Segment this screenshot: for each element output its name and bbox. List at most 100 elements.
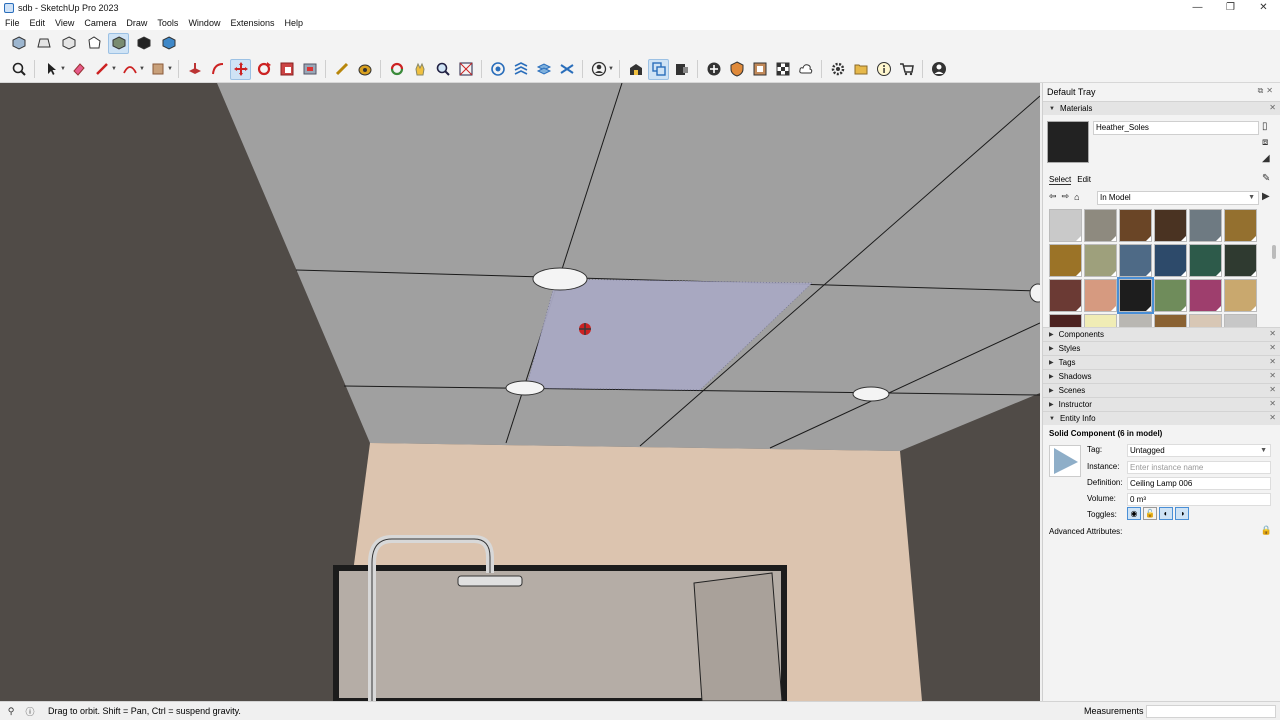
settings-gear-icon[interactable] <box>827 59 848 80</box>
material-name-field[interactable]: Heather_Soles <box>1093 121 1259 135</box>
styles-panel-header[interactable]: ▶ Styles ✕ <box>1043 341 1280 355</box>
material-swatch[interactable] <box>1224 209 1257 242</box>
menu-camera[interactable]: Camera <box>79 18 121 28</box>
close-icon[interactable]: ✕ <box>1269 413 1276 422</box>
material-swatch[interactable] <box>1049 209 1082 242</box>
sandbox-icon[interactable] <box>487 59 508 80</box>
back-arrow-icon[interactable]: ⇦ <box>1049 191 1057 202</box>
lock-icon[interactable]: 🔓 <box>1143 507 1157 520</box>
add-location-icon[interactable] <box>703 59 724 80</box>
swatch-scrollbar[interactable] <box>1272 245 1276 259</box>
close-icon[interactable]: ✕ <box>1269 103 1276 112</box>
maximize-button[interactable]: ❐ <box>1214 0 1247 15</box>
ceiling-lamp[interactable] <box>505 380 545 396</box>
ceiling-lamp[interactable] <box>852 386 890 402</box>
top-view-icon[interactable] <box>33 33 54 54</box>
close-icon[interactable]: ✕ <box>1269 385 1276 394</box>
right-view-icon[interactable] <box>83 33 104 54</box>
front-view-icon[interactable] <box>58 33 79 54</box>
cube-icon[interactable]: ⧈ <box>1262 137 1274 149</box>
texture-grid-icon[interactable] <box>772 59 793 80</box>
orbit-icon[interactable] <box>386 59 407 80</box>
tab-select[interactable]: Select <box>1049 175 1072 185</box>
account-icon[interactable] <box>588 59 609 80</box>
bottom-view-icon[interactable] <box>158 33 179 54</box>
chevron-down-icon[interactable]: ▼ <box>60 66 66 72</box>
model-viewport[interactable] <box>0 83 1040 701</box>
material-swatch[interactable] <box>1084 209 1117 242</box>
chevron-down-icon[interactable]: ▼ <box>139 66 145 72</box>
materials-panel-header[interactable]: ▼ Materials ✕ <box>1043 101 1280 115</box>
push-pull-icon[interactable] <box>184 59 205 80</box>
scale-icon[interactable] <box>276 59 297 80</box>
follow-me-icon[interactable] <box>207 59 228 80</box>
menu-view[interactable]: View <box>50 18 79 28</box>
arrow-icon[interactable]: ◢ <box>1262 153 1274 165</box>
pencil-line-icon[interactable] <box>91 59 112 80</box>
zoom-extents-icon[interactable] <box>455 59 476 80</box>
material-swatch[interactable] <box>1154 279 1187 312</box>
component-icon[interactable] <box>648 58 669 80</box>
entity-info-panel-header[interactable]: ▼ Entity Info ✕ <box>1043 411 1280 425</box>
cart-icon[interactable] <box>896 59 917 80</box>
back-view-icon[interactable] <box>108 32 129 54</box>
hidden-eye-icon[interactable]: ◉ <box>1127 507 1141 520</box>
material-swatch[interactable] <box>1154 244 1187 277</box>
menu-tools[interactable]: Tools <box>152 18 183 28</box>
select-arrow-icon[interactable] <box>40 59 61 80</box>
arc-icon[interactable] <box>119 59 140 80</box>
menu-help[interactable]: Help <box>279 18 308 28</box>
create-material-icon[interactable]: ▯ <box>1262 121 1274 133</box>
left-view-icon[interactable] <box>133 33 154 54</box>
forward-arrow-icon[interactable]: ⇨ <box>1062 191 1070 202</box>
material-swatch[interactable] <box>1084 279 1117 312</box>
measurements-input[interactable] <box>1146 705 1276 718</box>
offset-icon[interactable] <box>299 59 320 80</box>
extension-manager-icon[interactable] <box>749 59 770 80</box>
material-swatch[interactable] <box>1224 244 1257 277</box>
shadows-panel-header[interactable]: ▶ Shadows ✕ <box>1043 369 1280 383</box>
ceiling-lamp[interactable] <box>532 267 588 291</box>
material-preview[interactable] <box>1047 121 1089 163</box>
library-select[interactable]: In Model ▼ <box>1097 191 1259 205</box>
info-icon[interactable] <box>873 59 894 80</box>
material-swatch[interactable] <box>1189 279 1222 312</box>
chevron-down-icon[interactable]: ▼ <box>111 66 117 72</box>
material-swatch[interactable] <box>1084 244 1117 277</box>
material-swatch[interactable] <box>1119 244 1152 277</box>
tape-measure-icon[interactable] <box>331 59 352 80</box>
tags-panel-header[interactable]: ▶ Tags ✕ <box>1043 355 1280 369</box>
chevron-down-icon[interactable]: ▼ <box>608 66 614 72</box>
export-icon[interactable] <box>671 59 692 80</box>
chevron-down-icon[interactable]: ▼ <box>167 66 173 72</box>
geo-location-icon[interactable]: ⚲ <box>3 706 19 717</box>
material-swatch[interactable] <box>1224 279 1257 312</box>
minimize-button[interactable]: — <box>1181 0 1214 15</box>
close-icon[interactable]: ✕ <box>1269 371 1276 380</box>
layers-icon[interactable] <box>533 59 554 80</box>
eraser-icon[interactable] <box>68 59 89 80</box>
shield-icon[interactable] <box>726 59 747 80</box>
close-icon[interactable]: ✕ <box>1269 329 1276 338</box>
details-arrow-icon[interactable]: ▶ <box>1262 191 1274 203</box>
lock-icon[interactable]: 🔒 <box>1261 525 1272 536</box>
pan-hand-icon[interactable] <box>409 59 430 80</box>
menu-edit[interactable]: Edit <box>25 18 51 28</box>
tab-edit[interactable]: Edit <box>1077 175 1091 185</box>
search-icon[interactable] <box>8 59 29 80</box>
material-swatch[interactable] <box>1119 209 1152 242</box>
iso-view-icon[interactable] <box>8 33 29 54</box>
material-swatch[interactable] <box>1117 277 1154 314</box>
receive-shadows-icon[interactable]: ◐ <box>1159 507 1173 520</box>
close-icon[interactable]: ✕ <box>1269 399 1276 408</box>
material-swatch[interactable] <box>1154 209 1187 242</box>
close-icon[interactable]: ✕ <box>1269 357 1276 366</box>
user-profile-icon[interactable] <box>928 59 949 80</box>
move-icon[interactable] <box>230 58 251 80</box>
instructor-panel-header[interactable]: ▶ Instructor ✕ <box>1043 397 1280 411</box>
tag-select[interactable]: Untagged ▼ <box>1127 444 1271 457</box>
rotate-icon[interactable] <box>253 59 274 80</box>
material-swatch[interactable] <box>1189 244 1222 277</box>
material-swatch[interactable] <box>1189 209 1222 242</box>
menu-extensions[interactable]: Extensions <box>225 18 279 28</box>
